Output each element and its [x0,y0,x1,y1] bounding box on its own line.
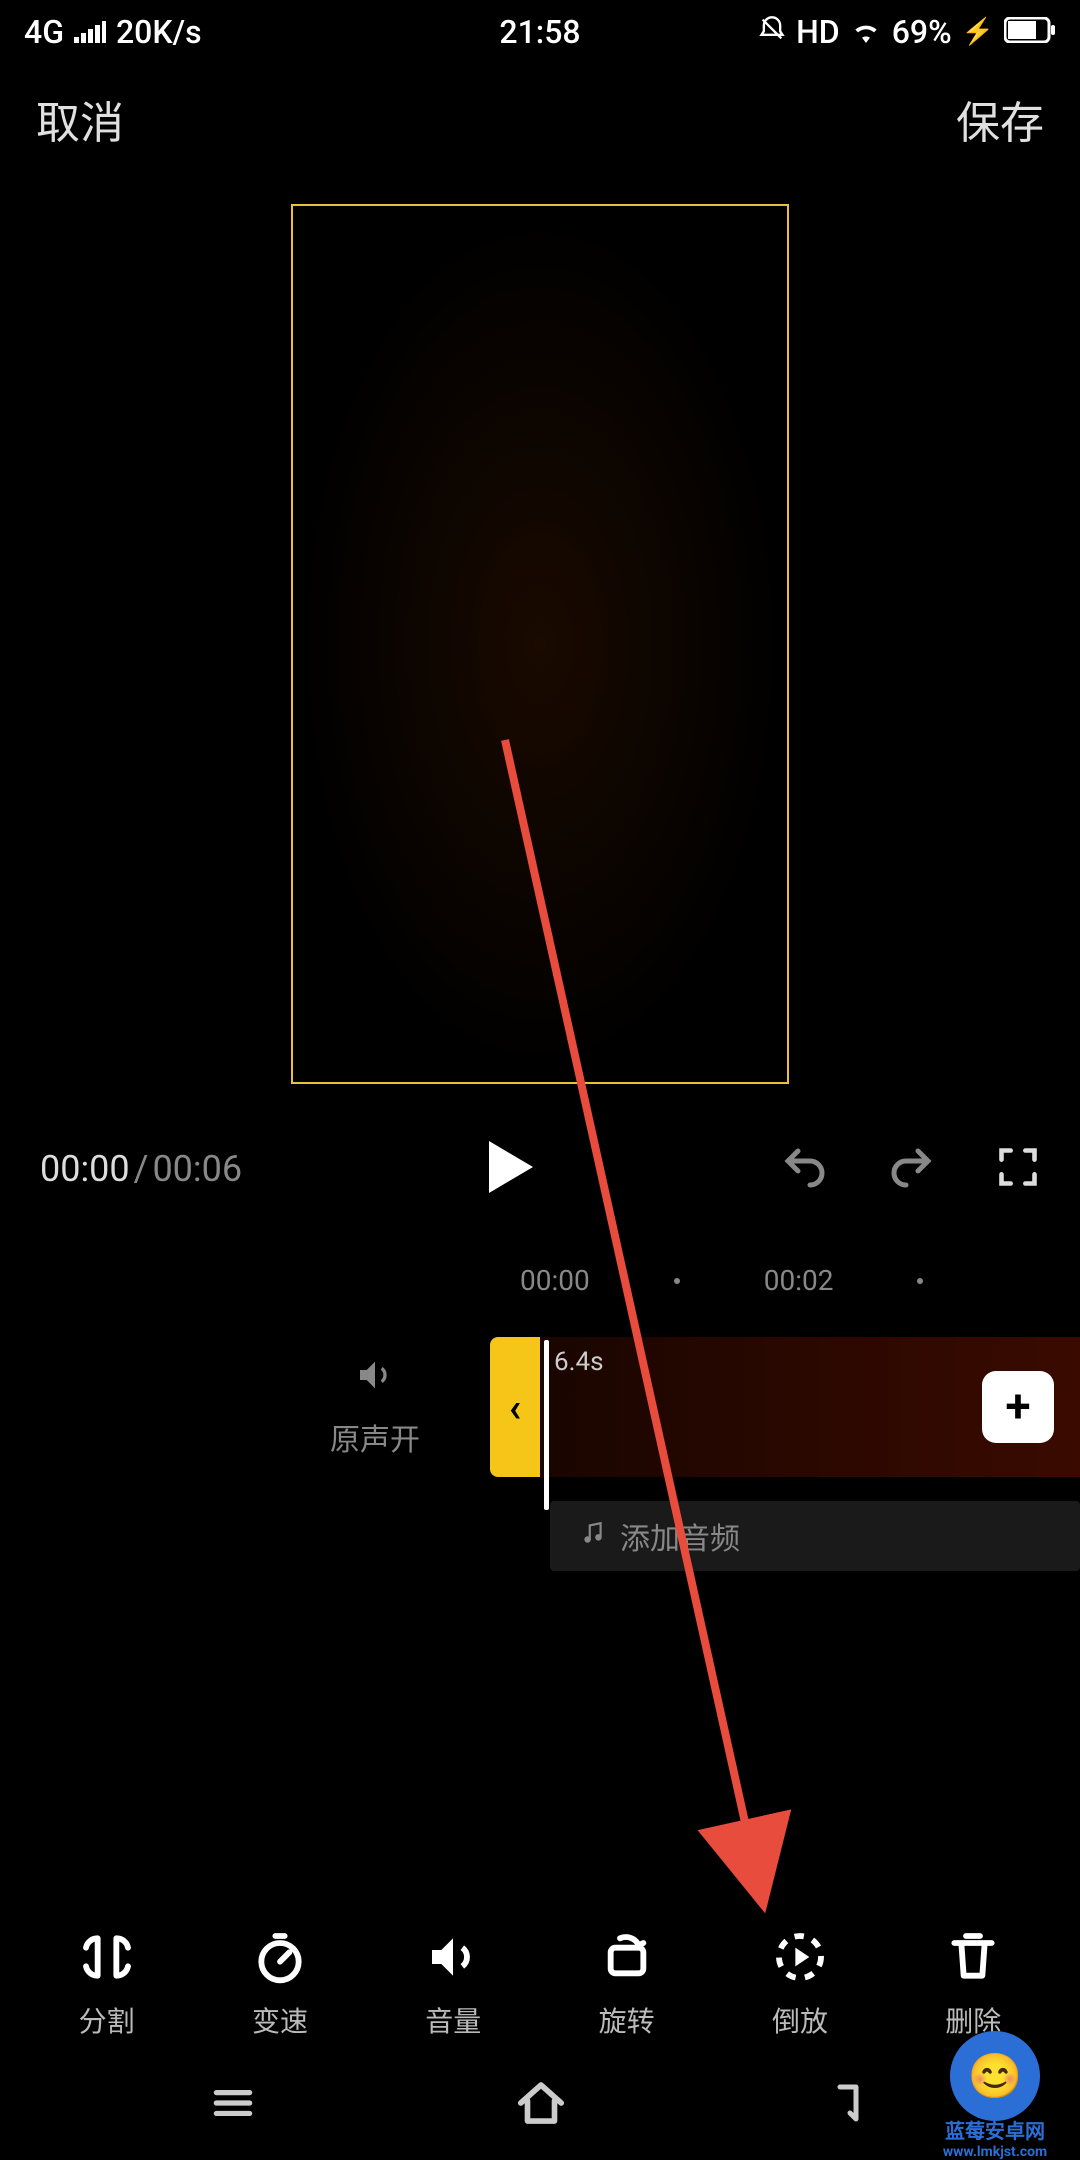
fullscreen-button[interactable] [996,1145,1040,1193]
tool-label: 旋转 [599,2000,655,2040]
video-preview-area [0,204,1080,1084]
clip-duration: 6.4s [554,1347,604,1377]
watermark-logo-icon: 😊 [950,2031,1040,2121]
watermark-url: www.lmkjst.com [943,2144,1047,2160]
status-bar: 4G 20K/s 21:58 HD 69% ⚡ [0,0,1080,64]
status-time: 21:58 [499,13,580,51]
playhead[interactable] [544,1340,549,1510]
volume-tool[interactable]: 音量 [378,1928,528,2040]
dnd-icon [758,13,786,51]
add-clip-button[interactable]: + [982,1371,1054,1443]
ruler-mark: 00:02 [764,1264,834,1297]
clip-left-handle[interactable]: ‹ [490,1337,540,1477]
rotate-icon [598,1928,656,1986]
ruler-dot [674,1278,680,1284]
menu-button[interactable] [208,2078,258,2132]
battery-icon [1004,13,1056,51]
tool-label: 倒放 [772,2000,828,2040]
original-sound-toggle[interactable]: 原声开 [0,1355,490,1459]
trash-icon [944,1928,1002,1986]
back-button[interactable] [824,2079,872,2131]
save-button[interactable]: 保存 [956,87,1044,151]
cancel-button[interactable]: 取消 [36,87,124,151]
time-separator: / [134,1148,149,1190]
volume-icon [424,1928,482,1986]
home-button[interactable] [514,2076,568,2134]
speed-icon [251,1928,309,1986]
edit-toolbar: 分割 变速 音量 旋转 倒放 删除 [0,1928,1080,2040]
charging-icon: ⚡ [962,17,994,47]
tool-label: 音量 [425,2000,481,2040]
split-icon [78,1928,136,1986]
editor-header: 取消 保存 [0,64,1080,174]
tool-label: 变速 [252,2000,308,2040]
speed-tool[interactable]: 变速 [205,1928,355,2040]
wifi-icon [850,13,882,51]
video-frame[interactable] [291,204,789,1084]
timeline-ruler: 00:00 00:02 [0,1264,1080,1297]
tool-label: 分割 [79,2000,135,2040]
ruler-mark: 00:00 [520,1264,590,1297]
signal-icon [74,13,106,51]
delete-tool[interactable]: 删除 [898,1928,1048,2040]
network-type: 4G [24,13,64,51]
music-note-icon [580,1519,606,1554]
split-tool[interactable]: 分割 [32,1928,182,2040]
undo-button[interactable] [780,1143,828,1195]
playback-controls: 00:00 / 00:06 [0,1124,1080,1214]
current-time: 00:00 [40,1148,130,1190]
hd-indicator: HD [796,13,840,51]
speaker-icon [355,1355,395,1403]
reverse-tool[interactable]: 倒放 [725,1928,875,2040]
timeline[interactable]: 原声开 ‹ 6.4s + [0,1337,1080,1477]
battery-level: 69% [892,13,952,51]
add-audio-button[interactable]: 添加音频 [550,1501,1080,1571]
video-clip[interactable]: 6.4s + [540,1337,1080,1477]
watermark: 😊 蓝莓安卓网 www.lmkjst.com [910,2030,1080,2160]
add-audio-label: 添加音频 [620,1514,740,1558]
rotate-tool[interactable]: 旋转 [552,1928,702,2040]
sound-label: 原声开 [330,1415,420,1459]
time-display: 00:00 / 00:06 [40,1148,242,1190]
ruler-dot [917,1278,923,1284]
redo-button[interactable] [888,1143,936,1195]
network-speed: 20K/s [116,13,202,51]
play-button[interactable] [489,1141,533,1197]
reverse-icon [771,1928,829,1986]
total-time: 00:06 [152,1148,242,1190]
